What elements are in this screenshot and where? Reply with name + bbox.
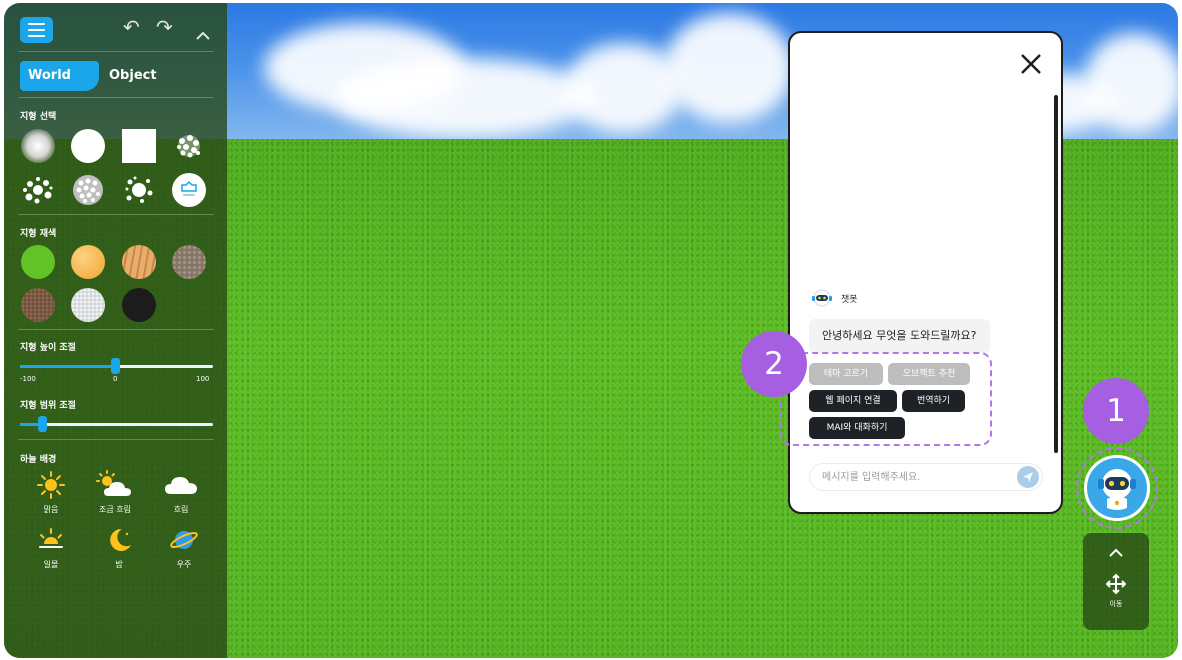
divider [18,97,214,98]
sky-option-night[interactable]: 밤 [94,525,144,570]
section-terrain-select: 지형 선택 [20,112,57,122]
height-min-label: -100 [20,375,36,383]
chevron-up-icon[interactable] [196,31,210,41]
sky-label: 일몰 [43,560,59,569]
sky-label: 조금 흐림 [99,505,131,514]
section-terrain-range: 지형 범위 조절 [20,401,76,411]
dots-brush-icon[interactable] [71,173,105,207]
move-arrows-icon [1105,573,1127,595]
section-terrain-material: 지형 재색 [20,229,57,239]
sky-option-sunset[interactable]: 일몰 [26,525,76,570]
section-sky-background: 하늘 배경 [20,455,57,465]
tab-object[interactable]: Object [109,61,157,91]
splatter-brush-icon[interactable] [21,173,55,207]
sky-label: 흐림 [173,505,189,514]
material-dirt[interactable] [21,288,55,322]
cloud-icon [165,477,197,494]
chatbot-robot-icon [1098,469,1136,510]
chat-message-input[interactable]: 메시지를 입력해주세요. [809,463,1043,491]
sun-icon [37,471,65,499]
partly-cloudy-icon [96,470,131,496]
material-wood[interactable] [122,245,156,279]
move-control[interactable]: 이동 [1083,533,1149,630]
soft-brush-icon[interactable] [21,129,55,163]
sky-option-cloudy[interactable]: 흐림 [156,470,206,515]
send-icon [1023,472,1033,482]
material-stone[interactable] [172,245,206,279]
move-label: 이동 [1109,600,1123,608]
world-editor-panel: ↶ ↷ World Object 지형 선택 지형 재색 지형 높이 조절 -1… [4,3,227,658]
chevron-up-icon[interactable] [1108,548,1124,558]
chatbot-avatar-icon [812,289,832,307]
circle-brush-icon[interactable] [71,129,105,163]
material-sand[interactable] [71,245,105,279]
sky-label: 맑음 [43,505,59,514]
material-snow[interactable] [71,288,105,322]
section-terrain-height: 지형 높이 조절 [20,343,76,353]
divider [18,439,214,440]
callout-badge-2: 2 [741,331,807,397]
range-slider-thumb[interactable] [38,416,47,432]
chatbot-name: 챗봇 [841,295,858,305]
scatter-brush-icon[interactable] [122,173,156,207]
height-max-label: 100 [196,375,210,383]
moon-icon [110,528,131,551]
chatbot-greeting-bubble: 안녕하세요 무엇을 도와드릴까요? [809,319,990,353]
sky-label: 우주 [176,560,192,569]
upload-brush-icon[interactable] [172,173,206,207]
sky-option-partly-cloudy[interactable]: 조금 흐림 [90,470,140,515]
divider [18,51,214,52]
undo-icon[interactable]: ↶ [123,15,140,39]
square-brush-icon[interactable] [122,129,156,163]
divider [18,329,214,330]
height-mid-label: 0 [113,375,118,383]
sunset-icon [39,528,63,548]
height-slider-fill [20,365,116,368]
close-icon[interactable] [1018,51,1044,77]
redo-icon[interactable]: ↷ [156,15,173,39]
chat-scrollbar[interactable] [1054,95,1058,453]
callout-suggestions-outline [780,352,992,446]
range-slider-track[interactable] [20,423,213,426]
material-asphalt[interactable] [122,288,156,322]
sky-label: 밤 [115,560,123,569]
planet-icon [170,531,198,549]
divider [18,214,214,215]
noise-brush-icon[interactable] [172,129,206,163]
sky-option-clear[interactable]: 맑음 [26,470,76,515]
send-button[interactable] [1017,466,1039,488]
sky-option-space[interactable]: 우주 [159,525,209,570]
callout-badge-1: 1 [1083,378,1149,444]
menu-icon[interactable] [20,17,53,43]
chatbot-button[interactable] [1084,455,1150,521]
tab-world[interactable]: World [20,61,99,91]
material-grass[interactable] [21,245,55,279]
height-slider-thumb[interactable] [111,358,120,374]
